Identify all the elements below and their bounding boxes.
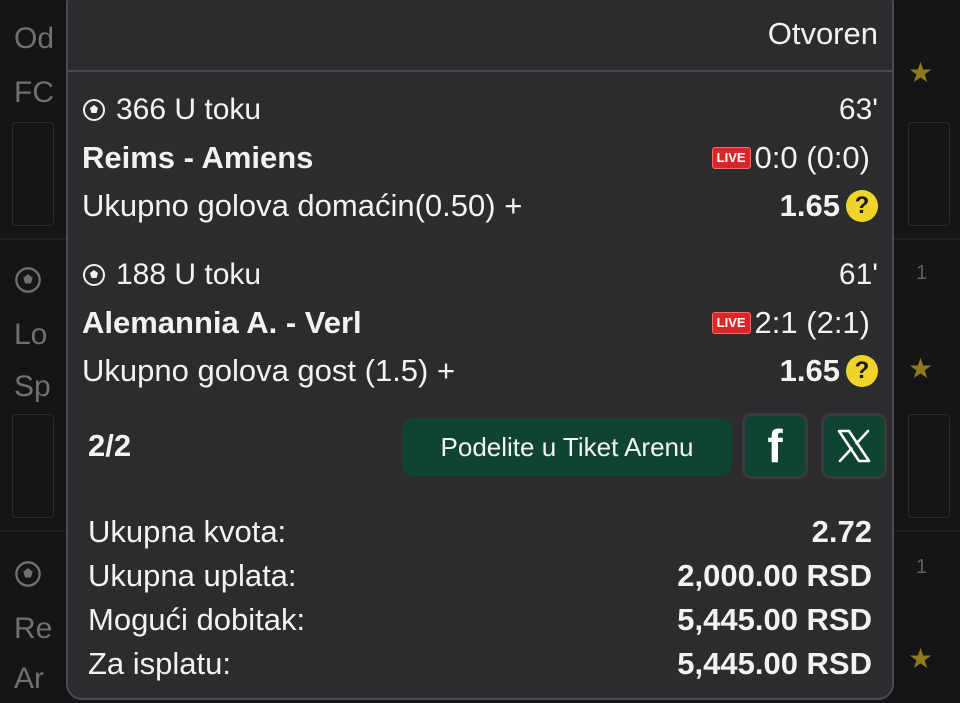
facebook-share-button[interactable]: f	[742, 413, 808, 479]
bet-header: 366 U toku 63'	[82, 90, 878, 130]
bg-text: Ar	[14, 662, 44, 695]
bg-count: 1	[916, 262, 928, 284]
bg-text: Sp	[14, 370, 51, 403]
match-minute: 61'	[838, 258, 878, 291]
bg-text: Od	[14, 22, 55, 55]
share-tiket-arena-button[interactable]: Podelite u Tiket Arenu	[402, 418, 732, 476]
help-icon[interactable]: ?	[846, 190, 878, 222]
odd-value: 1.65	[779, 188, 840, 223]
facebook-icon: f	[767, 420, 783, 472]
match-teams: Alemannia A. - Verl	[82, 305, 362, 340]
bet-item: 188 U toku 61' Alemannia A. - Verl LIVE …	[82, 255, 878, 405]
summary-row-total-stake: Ukupna uplata: 2,000.00 RSD	[88, 554, 872, 598]
help-icon[interactable]: ?	[846, 355, 878, 387]
bg-box	[12, 122, 54, 226]
bet-match: Alemannia A. - Verl LIVE 2:1 (2:1)	[82, 303, 878, 343]
star-icon: ★	[908, 643, 934, 674]
live-badge: LIVE	[711, 147, 751, 169]
bet-match: Reims - Amiens LIVE 0:0 (0:0)	[82, 138, 878, 178]
summary-value: 2,000.00 RSD	[677, 558, 872, 593]
score-text: 2:1 (2:1)	[754, 305, 870, 340]
summary-value: 5,445.00 RSD	[677, 602, 872, 637]
bet-code: 366 U toku	[116, 93, 262, 126]
bg-text: Re	[14, 612, 53, 645]
match-minute: 63'	[838, 93, 878, 126]
star-icon: ★	[908, 353, 934, 384]
bg-text: FC	[14, 76, 54, 109]
summary-row-total-odds: Ukupna kvota: 2.72	[88, 510, 872, 554]
soccer-ball-icon	[83, 264, 105, 286]
soccer-ball-icon	[83, 99, 105, 121]
ticket-summary: Ukupna kvota: 2.72 Ukupna uplata: 2,000.…	[88, 510, 872, 686]
summary-label: Mogući dobitak:	[88, 602, 306, 637]
bet-header: 188 U toku 61'	[82, 255, 878, 295]
summary-label: Ukupna uplata:	[88, 558, 297, 593]
bet-item: 366 U toku 63' Reims - Amiens LIVE 0:0 (…	[82, 90, 878, 240]
soccer-ball-icon	[15, 267, 41, 293]
ticket-status: Otvoren	[767, 16, 878, 51]
x-share-button[interactable]	[821, 413, 887, 479]
score-text: 0:0 (0:0)	[754, 140, 870, 175]
summary-label: Za isplatu:	[88, 646, 232, 681]
summary-value: 2.72	[811, 514, 872, 549]
header-divider	[68, 70, 892, 72]
star-icon: ★	[908, 57, 934, 88]
bg-count: 1	[916, 556, 928, 578]
match-score: LIVE 0:0 (0:0)	[711, 140, 870, 176]
bg-text: Lo	[14, 318, 48, 351]
bg-box	[12, 414, 54, 518]
summary-value: 5,445.00 RSD	[677, 646, 872, 681]
bg-box	[908, 122, 950, 226]
match-score: LIVE 2:1 (2:1)	[711, 305, 870, 341]
bg-box	[908, 414, 950, 518]
market-label: Ukupno golova domaćin(0.50) +	[82, 188, 523, 223]
bet-code: 188 U toku	[116, 258, 262, 291]
odd-value: 1.65	[779, 353, 840, 388]
summary-label: Ukupna kvota:	[88, 514, 287, 549]
market-label: Ukupno golova gost (1.5) +	[82, 353, 456, 388]
live-badge: LIVE	[711, 312, 751, 334]
bet-odd: 1.65 ?	[780, 188, 878, 224]
x-logo-icon	[837, 429, 871, 463]
match-teams: Reims - Amiens	[82, 140, 314, 175]
summary-row-possible-win: Mogući dobitak: 5,445.00 RSD	[88, 598, 872, 642]
soccer-ball-icon	[15, 561, 41, 587]
summary-row-payout: Za isplatu: 5,445.00 RSD	[88, 642, 872, 686]
bet-market: Ukupno golova domaćin(0.50) + 1.65 ?	[82, 186, 878, 226]
bet-odd: 1.65 ?	[780, 353, 878, 389]
pager: 2/2	[88, 428, 132, 463]
bet-market: Ukupno golova gost (1.5) + 1.65 ?	[82, 351, 878, 391]
ticket-details-modal: Otvoren 366 U toku 63' Reims - Amiens LI…	[66, 0, 894, 700]
